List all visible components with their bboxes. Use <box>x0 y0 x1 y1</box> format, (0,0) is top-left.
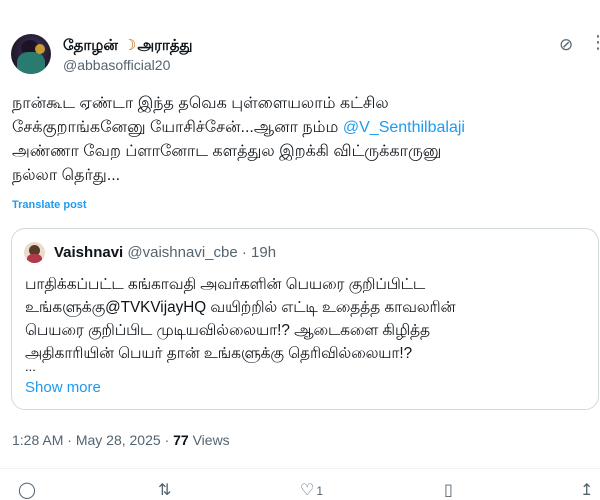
author-name: தோழன் <box>63 37 118 54</box>
quote-author-handle[interactable]: @vaishnavi_cbe <box>127 244 237 261</box>
like-button[interactable]: ♡ 1 <box>300 480 323 500</box>
author-handle[interactable]: @abbasofficial20 <box>63 57 170 73</box>
share-icon: ↥ <box>580 482 594 499</box>
grok-icon[interactable]: ⊘ <box>559 35 573 55</box>
more-icon[interactable]: ⋮ <box>589 32 600 53</box>
post-text-part1: நான்கூட ஏண்டா இந்த தவெக புள்ளையலாம் கட்ச… <box>12 95 389 136</box>
show-more-link[interactable]: Show more <box>25 379 101 396</box>
repost-button[interactable]: ⇅ <box>158 480 171 500</box>
views-count: 77 <box>173 432 189 448</box>
post-timestamp: 1:28 AM · May 28, 2025 · 77 Views <box>12 432 230 448</box>
quote-separator: · <box>241 244 247 261</box>
action-bar: ◯ ⇅ ♡ 1 ▯ ↥ <box>0 480 600 500</box>
post-text-part2: அண்ணா வேற ப்ளானோட களத்துல இறக்கி விட்ருக… <box>12 143 442 184</box>
quote-text: பாதிக்கப்பட்ட கங்காவதி அவர்களின் பெயரை க… <box>25 276 456 362</box>
quoted-post[interactable]: Vaishnavi @vaishnavi_cbe · 19h பாதிக்கப்… <box>11 228 599 410</box>
quote-header: Vaishnavi @vaishnavi_cbe · 19h <box>54 244 276 261</box>
quote-author-name[interactable]: Vaishnavi <box>54 244 123 261</box>
quote-ellipsis: ... <box>25 359 36 374</box>
post-time[interactable]: 1:28 AM <box>12 432 63 448</box>
reply-button[interactable]: ◯ <box>18 480 36 500</box>
mention-link[interactable]: @V_Senthilbalaji <box>343 119 465 136</box>
moon-emoji-icon: ☽ <box>123 37 137 54</box>
author-avatar[interactable] <box>11 34 51 74</box>
actions-divider <box>0 468 600 469</box>
bookmark-icon: ▯ <box>444 482 453 499</box>
author-display-name[interactable]: தோழன் ☽அராத்து <box>63 36 193 56</box>
like-icon: ♡ <box>300 482 315 499</box>
translate-post-link[interactable]: Translate post <box>12 199 87 211</box>
views-label: Views <box>192 432 230 448</box>
previous-content-cutoff <box>0 0 600 8</box>
reply-icon: ◯ <box>18 482 36 499</box>
like-count: 1 <box>316 484 324 498</box>
share-button[interactable]: ↥ <box>580 480 593 500</box>
post-header: தோழன் ☽அராத்து @abbasofficial20 ⊘ ⋮ <box>9 32 600 81</box>
timestamp-separator-2: · <box>164 432 170 448</box>
quote-avatar[interactable] <box>24 242 45 263</box>
post-date[interactable]: May 28, 2025 <box>76 432 161 448</box>
repost-icon: ⇅ <box>158 482 172 499</box>
bookmark-button[interactable]: ▯ <box>444 480 453 500</box>
author-name-suffix: அராத்து <box>137 37 193 54</box>
quote-time[interactable]: 19h <box>251 244 276 261</box>
post-text: நான்கூட ஏண்டா இந்த தவெக புள்ளையலாம் கட்ச… <box>12 92 592 188</box>
timestamp-separator: · <box>67 432 72 448</box>
